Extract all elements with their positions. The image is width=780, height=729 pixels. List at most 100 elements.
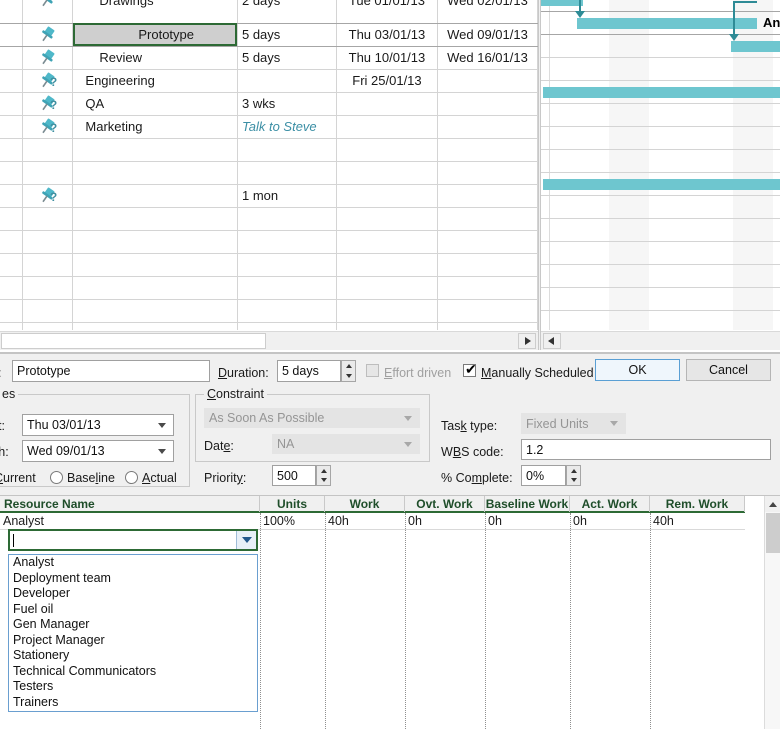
gantt-row[interactable] [541,265,780,288]
task-id-cell[interactable] [0,69,24,93]
task-row[interactable]: ? Marketing Talk to Steve [0,115,538,139]
ok-button[interactable]: OK [595,359,680,381]
grid-hscroll-thumb[interactable] [1,333,266,349]
gantt-bar[interactable] [577,18,757,29]
resource-cell-units[interactable]: 100% [260,513,325,529]
gantt-row[interactable] [541,150,780,173]
task-name-cell[interactable]: Review [72,46,238,70]
task-start-cell[interactable]: Thu 10/01/13 [336,46,438,70]
task-grid-pane[interactable]: Drawings 2 days Tue 01/01/13 Wed 02/01/13 Pr… [0,0,538,330]
resource-cell-baseline-work[interactable]: 0h [485,513,570,529]
resource-dropdown-option[interactable]: Technical Communicators [9,664,257,680]
task-id-cell[interactable] [0,115,24,139]
resource-dropdown-option[interactable]: Analyst [9,555,257,571]
task-row[interactable] [0,253,538,277]
task-id-cell[interactable] [0,46,24,70]
task-name-cell[interactable] [72,138,238,162]
task-duration-cell[interactable]: 2 days [237,0,337,24]
task-duration-cell[interactable] [237,253,337,277]
task-finish-cell[interactable]: Wed 16/01/13 [437,46,538,70]
resource-cell-resource-name[interactable]: Analyst [0,513,260,529]
task-finish-cell[interactable] [437,115,538,139]
percent-complete-input[interactable]: 0% [521,465,566,486]
task-duration-cell[interactable]: 5 days [237,46,337,70]
gantt-row[interactable] [541,104,780,127]
task-start-cell[interactable] [336,184,438,208]
task-finish-cell[interactable] [437,92,538,116]
task-indicator-cell[interactable] [22,299,74,323]
task-row[interactable]: Review 5 days Thu 10/01/13 Wed 16/01/13 [0,46,538,70]
task-id-cell[interactable] [0,299,24,323]
resource-dropdown-list[interactable]: Analyst Deployment team Developer Fuel oil G… [8,554,258,712]
task-start-cell[interactable] [336,92,438,116]
task-start-cell[interactable] [336,276,438,300]
resource-cell-ovt-work[interactable]: 0h [405,513,485,529]
task-name-cell[interactable]: Drawings [72,0,238,24]
resource-dropdown-option[interactable]: Gen Manager [9,617,257,633]
task-name-cell[interactable] [72,184,238,208]
task-id-cell[interactable] [0,23,24,47]
gantt-bar[interactable] [543,179,780,190]
task-name-cell[interactable]: Engineering [72,69,238,93]
duration-spinner-down[interactable] [342,371,355,381]
task-start-cell[interactable] [336,299,438,323]
resource-column-header[interactable]: Act. Work [570,496,650,512]
task-name-cell[interactable] [72,276,238,300]
task-name-cell[interactable] [72,230,238,254]
task-finish-cell[interactable] [437,207,538,231]
task-duration-cell[interactable]: Talk to Steve [237,115,337,139]
task-finish-cell[interactable] [437,322,538,330]
task-id-cell[interactable] [0,230,24,254]
resource-dropdown-option[interactable]: Stationery [9,648,257,664]
task-row[interactable] [0,207,538,231]
resource-column-header[interactable]: Units [260,496,325,512]
resource-dropdown-option[interactable]: Trainers [9,695,257,711]
gantt-bar[interactable] [731,41,780,52]
resource-cell-rem-work[interactable]: 40h [650,513,745,529]
wbs-code-input[interactable]: 1.2 [521,439,771,460]
task-finish-cell[interactable] [437,276,538,300]
task-duration-cell[interactable] [237,322,337,330]
task-start-cell[interactable] [336,322,438,330]
resource-table-row[interactable]: Analyst 100% 40h 0h 0h 0h 40h [0,513,745,529]
cancel-button[interactable]: Cancel [686,359,771,381]
resource-dropdown-option[interactable]: Deployment team [9,571,257,587]
resource-name-edit-combo[interactable] [8,529,258,551]
priority-spinner[interactable] [316,465,331,486]
priority-spinner-down[interactable] [317,476,330,486]
task-finish-cell[interactable]: Wed 02/01/13 [437,0,538,24]
resource-column-header[interactable]: Ovt. Work [405,496,485,512]
constraint-type-combo[interactable]: As Soon As Possible [204,408,420,428]
task-indicator-cell[interactable]: ? [22,92,74,116]
task-row[interactable]: ? 1 mon [0,184,538,208]
grid-hscroll-right-button[interactable] [518,333,536,349]
percent-complete-spinner[interactable] [566,465,581,486]
task-duration-cell[interactable] [237,138,337,162]
gantt-bar[interactable] [543,87,780,98]
task-start-cell[interactable] [336,138,438,162]
task-finish-cell[interactable] [437,69,538,93]
task-indicator-cell[interactable] [22,0,74,24]
task-duration-cell[interactable]: 5 days [237,23,337,47]
task-duration-cell[interactable] [237,69,337,93]
task-id-cell[interactable] [0,0,24,24]
task-start-cell[interactable] [336,253,438,277]
task-duration-cell[interactable] [237,299,337,323]
task-name-cell[interactable] [72,161,238,185]
gantt-row[interactable] [541,242,780,265]
task-indicator-cell[interactable]: ? [22,115,74,139]
priority-spinner-up[interactable] [317,466,330,476]
gantt-bar[interactable] [541,0,583,6]
task-indicator-cell[interactable] [22,253,74,277]
task-row[interactable] [0,161,538,185]
percent-spinner-up[interactable] [567,466,580,476]
gantt-chart-pane[interactable]: Analyst [541,0,780,330]
resource-dropdown-option[interactable]: Developer [9,586,257,602]
task-row[interactable] [0,299,538,323]
task-id-cell[interactable] [0,322,24,330]
task-finish-cell[interactable] [437,299,538,323]
resource-dropdown-option[interactable]: Fuel oil [9,602,257,618]
gantt-row[interactable] [541,58,780,81]
start-date-combo[interactable]: Thu 03/01/13 [22,414,174,436]
task-finish-cell[interactable] [437,161,538,185]
